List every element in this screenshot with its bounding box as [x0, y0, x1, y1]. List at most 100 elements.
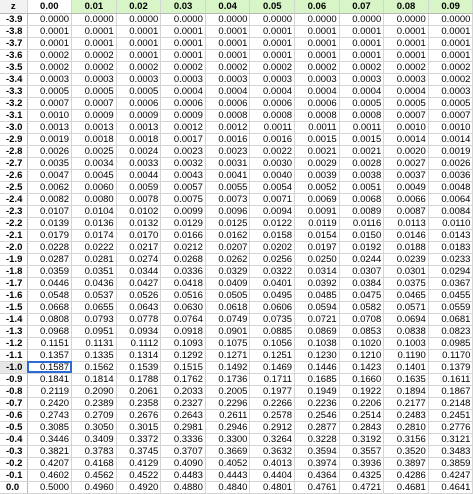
probability-cell[interactable]: 0.0001 [428, 49, 473, 62]
probability-cell[interactable]: 0.4052 [205, 457, 251, 470]
probability-cell[interactable]: 0.0001 [383, 25, 429, 38]
probability-cell[interactable]: 0.0392 [294, 277, 340, 290]
probability-cell[interactable]: 0.0129 [160, 217, 206, 230]
probability-cell[interactable]: 0.0001 [383, 37, 429, 50]
probability-cell[interactable]: 0.0014 [428, 133, 473, 146]
probability-cell[interactable]: 0.3372 [116, 433, 162, 446]
probability-cell[interactable]: 0.3050 [71, 421, 117, 434]
probability-cell[interactable]: 0.0001 [339, 49, 385, 62]
probability-cell[interactable]: 0.0007 [428, 109, 473, 122]
probability-cell[interactable]: 0.0005 [116, 85, 162, 98]
probability-cell[interactable]: 0.0495 [249, 289, 296, 302]
probability-cell[interactable]: 0.0010 [428, 121, 473, 134]
z-value-cell[interactable]: -1.3 [0, 325, 28, 338]
probability-cell[interactable]: 0.1736 [205, 373, 251, 386]
probability-cell[interactable]: 0.0096 [205, 205, 251, 218]
probability-cell[interactable]: 0.3446 [27, 433, 73, 446]
probability-cell[interactable]: 0.0132 [116, 217, 162, 230]
probability-cell[interactable]: 0.0183 [428, 241, 473, 254]
probability-cell[interactable]: 0.0009 [160, 109, 206, 122]
probability-cell[interactable]: 0.0002 [339, 61, 385, 74]
probability-cell[interactable]: 0.1515 [160, 361, 206, 374]
probability-cell[interactable]: 0.0001 [205, 37, 251, 50]
probability-cell[interactable]: 0.0036 [428, 169, 473, 182]
probability-cell[interactable]: 0.0582 [339, 301, 385, 314]
probability-cell[interactable]: 0.0005 [383, 97, 429, 110]
probability-cell[interactable]: 0.0062 [27, 181, 73, 194]
probability-cell[interactable]: 0.1660 [339, 373, 385, 386]
probability-cell[interactable]: 0.0001 [249, 37, 296, 50]
probability-cell[interactable]: 0.0002 [294, 61, 340, 74]
probability-cell[interactable]: 0.0281 [71, 253, 117, 266]
probability-cell[interactable]: 0.0003 [428, 85, 473, 98]
probability-cell[interactable]: 0.1020 [339, 337, 385, 350]
probability-cell[interactable]: 0.2389 [71, 397, 117, 410]
z-value-cell[interactable]: -1.6 [0, 289, 28, 302]
probability-cell[interactable]: 0.0001 [27, 25, 73, 38]
probability-cell[interactable]: 0.3156 [383, 433, 429, 446]
probability-cell[interactable]: 0.0071 [249, 193, 296, 206]
probability-cell[interactable]: 0.0708 [339, 313, 385, 326]
probability-cell[interactable]: 0.0007 [383, 109, 429, 122]
probability-cell[interactable]: 0.0009 [116, 109, 162, 122]
probability-cell[interactable]: 0.0006 [160, 97, 206, 110]
probability-cell[interactable]: 0.0222 [71, 241, 117, 254]
probability-cell[interactable]: 0.3300 [205, 433, 251, 446]
probability-cell[interactable]: 0.0001 [205, 49, 251, 62]
probability-cell[interactable]: 0.0000 [71, 13, 117, 26]
probability-cell[interactable]: 0.0018 [71, 133, 117, 146]
probability-cell[interactable]: 0.0401 [249, 277, 296, 290]
probability-cell[interactable]: 0.0918 [160, 325, 206, 338]
probability-cell[interactable]: 0.1469 [249, 361, 296, 374]
probability-cell[interactable]: 0.1003 [383, 337, 429, 350]
probability-cell[interactable]: 0.2912 [249, 421, 296, 434]
probability-cell[interactable]: 0.0146 [383, 229, 429, 242]
probability-cell[interactable]: 0.0179 [27, 229, 73, 242]
probability-cell[interactable]: 0.0749 [205, 313, 251, 326]
probability-cell[interactable]: 0.2236 [294, 397, 340, 410]
probability-cell[interactable]: 0.1562 [71, 361, 117, 374]
probability-cell[interactable]: 0.0044 [116, 169, 162, 182]
probability-cell[interactable]: 0.0034 [71, 157, 117, 170]
probability-cell[interactable]: 0.2578 [249, 409, 296, 422]
probability-cell[interactable]: 0.0003 [339, 73, 385, 86]
probability-cell[interactable]: 0.0000 [428, 13, 473, 26]
probability-cell[interactable]: 0.3897 [383, 457, 429, 470]
probability-cell[interactable]: 0.0233 [428, 253, 473, 266]
probability-cell[interactable]: 0.0015 [294, 133, 340, 146]
probability-cell[interactable]: 0.0158 [249, 229, 296, 242]
probability-cell[interactable]: 0.3264 [249, 433, 296, 446]
probability-cell[interactable]: 0.0004 [383, 85, 429, 98]
probability-cell[interactable]: 0.3015 [116, 421, 162, 434]
probability-cell[interactable]: 0.0694 [383, 313, 429, 326]
probability-cell[interactable]: 0.0041 [205, 169, 251, 182]
probability-cell[interactable]: 0.1112 [116, 337, 162, 350]
z-value-cell[interactable]: -3.7 [0, 37, 28, 50]
z-value-cell[interactable]: -1.1 [0, 349, 28, 362]
z-column-header[interactable]: z [0, 0, 28, 14]
probability-cell[interactable]: 0.2743 [27, 409, 73, 422]
probability-cell[interactable]: 0.4562 [71, 469, 117, 482]
z-value-cell[interactable]: -2.1 [0, 229, 28, 242]
probability-cell[interactable]: 0.0301 [383, 265, 429, 278]
probability-cell[interactable]: 0.1762 [160, 373, 206, 386]
probability-cell[interactable]: 0.3821 [27, 445, 73, 458]
probability-cell[interactable]: 0.2358 [116, 397, 162, 410]
probability-cell[interactable]: 0.4721 [339, 481, 385, 494]
probability-cell[interactable]: 0.3783 [71, 445, 117, 458]
probability-cell[interactable]: 0.0170 [116, 229, 162, 242]
probability-cell[interactable]: 0.0003 [249, 73, 296, 86]
probability-cell[interactable]: 0.1093 [160, 337, 206, 350]
probability-cell[interactable]: 0.3483 [428, 445, 473, 458]
probability-cell[interactable]: 0.0655 [71, 301, 117, 314]
probability-cell[interactable]: 0.0166 [160, 229, 206, 242]
probability-cell[interactable]: 0.2810 [383, 421, 429, 434]
probability-cell[interactable]: 0.0039 [294, 169, 340, 182]
probability-cell[interactable]: 0.4880 [160, 481, 206, 494]
probability-cell[interactable]: 0.0287 [27, 253, 73, 266]
probability-cell[interactable]: 0.0367 [428, 277, 473, 290]
probability-cell[interactable]: 0.0314 [294, 265, 340, 278]
probability-cell[interactable]: 0.0001 [205, 25, 251, 38]
probability-cell[interactable]: 0.1423 [339, 361, 385, 374]
z-value-cell[interactable]: -1.7 [0, 277, 28, 290]
